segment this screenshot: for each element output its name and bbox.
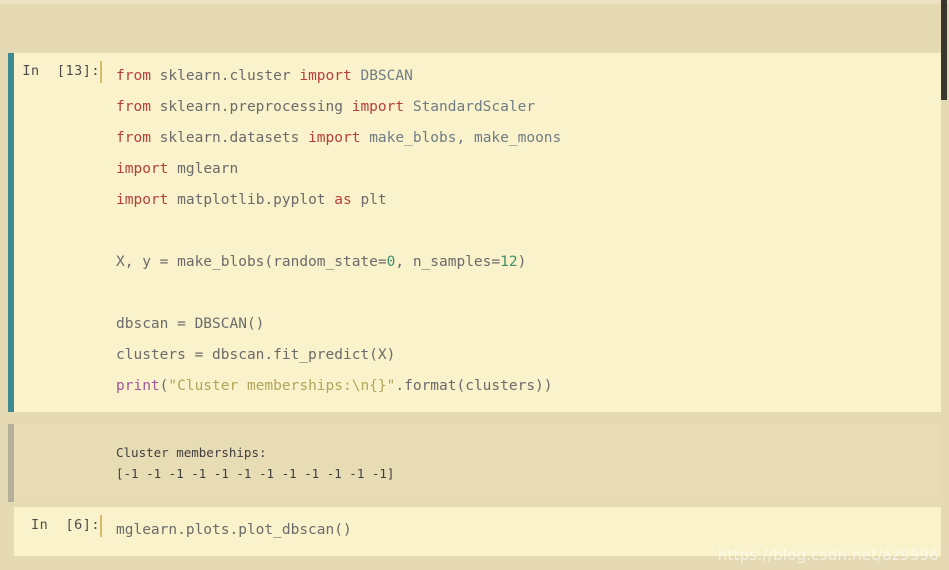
scrollbar-thumb[interactable]	[941, 0, 947, 100]
token-keyword-as: as	[334, 192, 352, 208]
code-editor-6[interactable]: mglearn.plots.plot_dbscan()	[102, 507, 941, 556]
token-keyword-import-3: import	[308, 130, 361, 146]
token-dbscan-assign: dbscan = DBSCAN()	[116, 316, 265, 332]
token-func-make-blobs-moons: make_blobs, make_moons	[369, 130, 562, 146]
token-keyword-import: import	[299, 68, 352, 84]
token-format-call: .format(clusters))	[395, 378, 553, 394]
token-make-blobs-call: X, y = make_blobs(random_state=	[116, 254, 387, 270]
token-string-cluster-memberships: "Cluster memberships:\n{}"	[168, 378, 396, 394]
token-keyword-import-5: import	[116, 192, 169, 208]
cell-output-area: Cluster memberships: [-1 -1 -1 -1 -1 -1 …	[8, 424, 941, 502]
code-cell-6[interactable]: In [6]: mglearn.plots.plot_dbscan()	[8, 507, 941, 556]
output-stdout-text: Cluster memberships: [-1 -1 -1 -1 -1 -1 …	[100, 424, 941, 502]
code-cell-body-6[interactable]: In [6]: mglearn.plots.plot_dbscan()	[14, 507, 941, 556]
token-close-paren: )	[517, 254, 527, 270]
code-editor-13[interactable]: from sklearn.cluster import DBSCAN from …	[102, 53, 941, 412]
vertical-scrollbar[interactable]	[941, 0, 949, 570]
token-alias-plt: plt	[360, 192, 387, 208]
code-cell-13[interactable]: In [13]: from sklearn.cluster import DBS…	[8, 53, 941, 412]
token-n-samples-label: , n_samples=	[395, 254, 501, 270]
output-body: Cluster memberships: [-1 -1 -1 -1 -1 -1 …	[14, 424, 941, 502]
token-module-sklearn-preprocessing: sklearn.preprocessing	[159, 99, 343, 115]
output-line-header: Cluster memberships:	[116, 445, 267, 460]
token-keyword-from-2: from	[116, 99, 151, 115]
token-class-dbscan: DBSCAN	[360, 68, 413, 84]
page-top-strip	[0, 0, 949, 4]
token-module-sklearn-cluster: sklearn.cluster	[159, 68, 291, 84]
code-cell-body[interactable]: In [13]: from sklearn.cluster import DBS…	[14, 53, 941, 412]
jupyter-notebook-view: In [13]: from sklearn.cluster import DBS…	[0, 0, 949, 570]
token-module-mglearn: mglearn	[177, 161, 239, 177]
token-builtin-print: print	[116, 378, 160, 394]
cell-prompt-in-13: In [13]:	[22, 63, 100, 79]
token-keyword-from-3: from	[116, 130, 151, 146]
token-keyword-import-4: import	[116, 161, 169, 177]
token-clusters-assign: clusters = dbscan.fit_predict(X)	[116, 347, 396, 363]
token-module-matplotlib-pyplot: matplotlib.pyplot	[177, 192, 326, 208]
token-plot-dbscan-call: mglearn.plots.plot_dbscan()	[116, 522, 352, 538]
cell-prompt-in-6: In [6]:	[30, 517, 100, 533]
token-number-n-samples: 12	[500, 254, 518, 270]
output-line-array: [-1 -1 -1 -1 -1 -1 -1 -1 -1 -1 -1 -1]	[116, 466, 395, 481]
token-keyword-import-2: import	[351, 99, 405, 115]
token-class-standardscaler: StandardScaler	[412, 99, 536, 115]
token-keyword-from: from	[116, 68, 151, 84]
token-module-sklearn-datasets: sklearn.datasets	[159, 130, 300, 146]
